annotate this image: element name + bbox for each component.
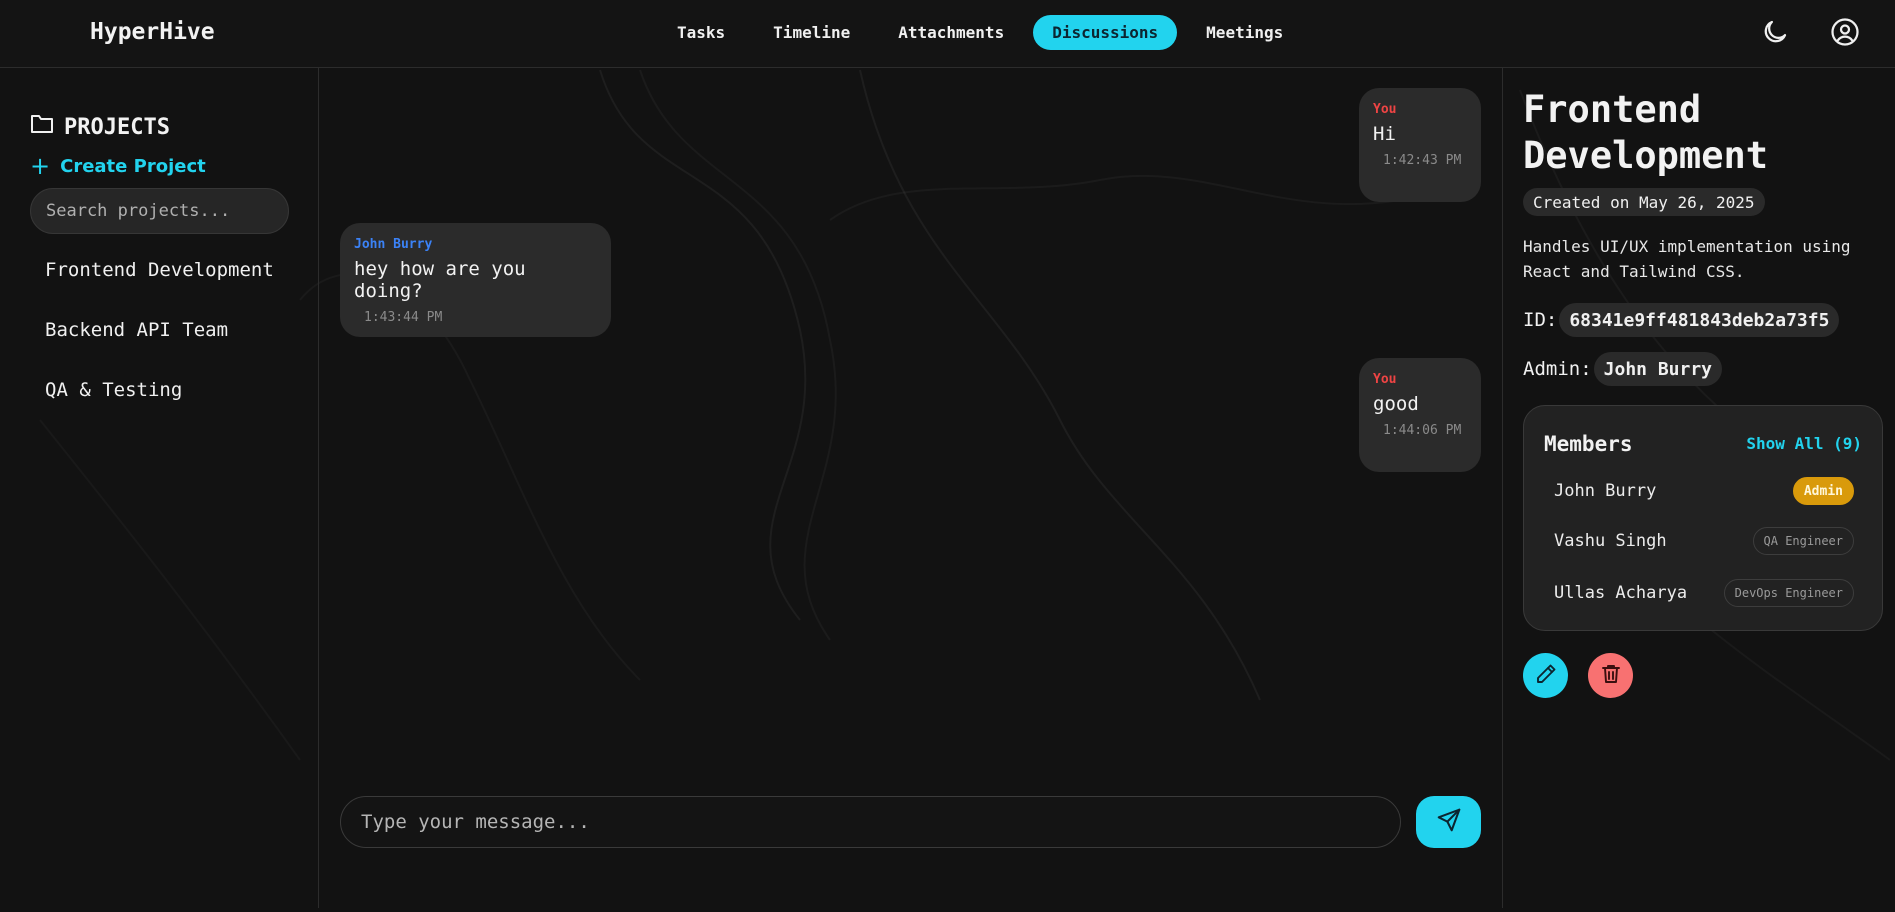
message-sender: You: [1373, 372, 1397, 387]
project-id-row: ID: 68341e9ff481843deb2a73f5: [1523, 303, 1840, 337]
message-text: Hi: [1373, 123, 1396, 145]
member-role-badge: DevOps Engineer: [1723, 579, 1854, 607]
app-root: HyperHive Tasks Timeline Attachments Dis…: [0, 0, 1895, 912]
tab-meetings[interactable]: Meetings: [1187, 15, 1302, 50]
message-input[interactable]: [340, 796, 1401, 848]
user-circle-icon[interactable]: [1830, 17, 1860, 47]
project-title: Frontend Development: [1523, 88, 1769, 177]
discussion-chat: You Hi 1:42:43 PM John Burry hey how are…: [320, 68, 1501, 908]
message-sender: John Burry: [354, 237, 433, 252]
project-list: Frontend Development Backend API Team QA…: [45, 255, 295, 435]
tab-timeline[interactable]: Timeline: [754, 15, 869, 50]
project-admin-label: Admin:: [1523, 358, 1592, 380]
created-date-badge: Created on May 26, 2025: [1523, 188, 1765, 216]
plus-icon: +: [30, 152, 51, 180]
tab-attachments[interactable]: Attachments: [879, 15, 1023, 50]
edit-project-button[interactable]: [1523, 653, 1568, 698]
folder-icon: [30, 113, 54, 141]
message-time: 1:43:44 PM: [364, 310, 443, 325]
member-name: Vashu Singh: [1554, 531, 1667, 551]
moon-icon[interactable]: [1760, 17, 1790, 47]
project-item-backend-api-team[interactable]: Backend API Team: [45, 315, 295, 345]
member-name: John Burry: [1554, 481, 1657, 501]
message-text: good: [1373, 393, 1419, 415]
main-tabs: Tasks Timeline Attachments Discussions M…: [658, 15, 1302, 50]
show-all-members-link[interactable]: Show All (9): [1746, 434, 1862, 453]
members-title: Members: [1544, 432, 1633, 456]
message-time: 1:44:06 PM: [1383, 423, 1462, 438]
trash-icon: [1599, 662, 1623, 690]
send-button[interactable]: [1416, 796, 1481, 848]
message-text: hey how are you doing?: [354, 258, 526, 302]
search-projects-input[interactable]: [30, 188, 289, 234]
member-row: Ullas Acharya DevOps Engineer: [1554, 578, 1854, 608]
brand-logo[interactable]: HyperHive: [90, 19, 215, 45]
edit-icon: [1534, 662, 1558, 690]
project-item-qa-testing[interactable]: QA & Testing: [45, 375, 295, 405]
project-details-panel: Frontend Development Created on May 26, …: [1502, 68, 1895, 908]
top-navbar: HyperHive Tasks Timeline Attachments Dis…: [0, 0, 1895, 68]
chat-message-mine[interactable]: You Hi 1:42:43 PM: [1359, 88, 1481, 202]
send-icon: [1436, 807, 1462, 837]
member-role-badge: QA Engineer: [1752, 527, 1854, 555]
project-id-label: ID:: [1523, 309, 1558, 331]
project-admin-row: Admin: John Burry: [1523, 352, 1723, 386]
message-sender: You: [1373, 102, 1397, 117]
projects-sidebar: PROJECTS + Create Project Frontend Devel…: [0, 68, 319, 908]
member-row: John Burry Admin: [1554, 476, 1854, 506]
projects-heading: PROJECTS: [30, 113, 170, 141]
chat-message-other[interactable]: John Burry hey how are you doing? 1:43:4…: [340, 223, 611, 337]
projects-heading-label: PROJECTS: [64, 114, 170, 140]
project-item-frontend-development[interactable]: Frontend Development: [45, 255, 295, 285]
project-description: Handles UI/UX implementation using React…: [1523, 237, 1851, 281]
member-name: Ullas Acharya: [1554, 583, 1688, 603]
member-row: Vashu Singh QA Engineer: [1554, 526, 1854, 556]
delete-project-button[interactable]: [1588, 653, 1633, 698]
project-id-value: 68341e9ff481843deb2a73f5: [1559, 303, 1840, 337]
tab-discussions[interactable]: Discussions: [1033, 15, 1178, 50]
create-project-button[interactable]: + Create Project: [30, 154, 206, 178]
member-role-badge: Admin: [1792, 477, 1854, 505]
message-time: 1:42:43 PM: [1383, 153, 1462, 168]
members-card: Members Show All (9) John Burry Admin Va…: [1523, 405, 1883, 631]
tab-tasks[interactable]: Tasks: [658, 15, 744, 50]
create-project-label: Create Project: [60, 155, 206, 177]
chat-message-mine[interactable]: You good 1:44:06 PM: [1359, 358, 1481, 472]
project-admin-value: John Burry: [1593, 352, 1723, 386]
